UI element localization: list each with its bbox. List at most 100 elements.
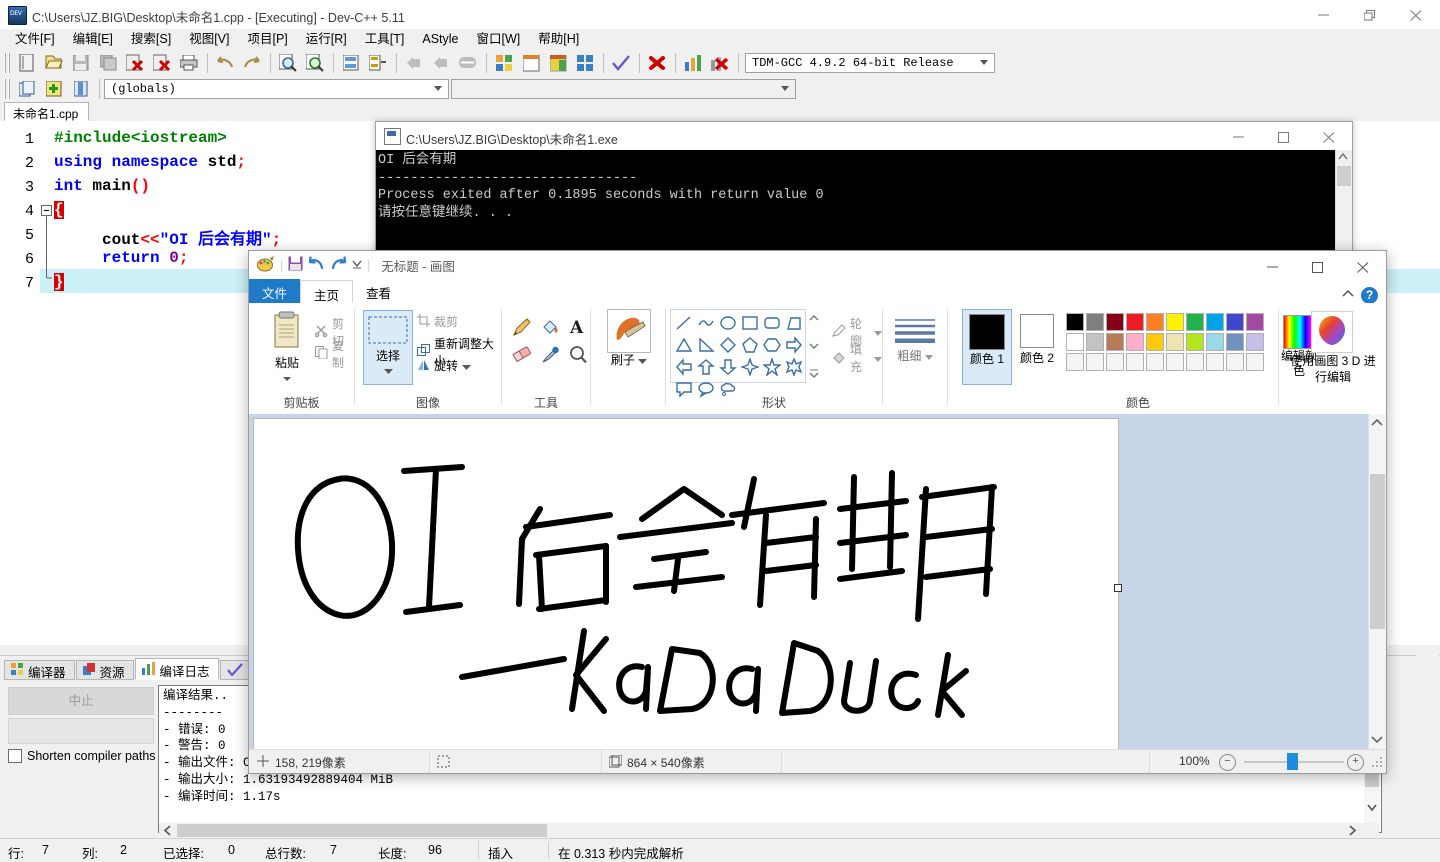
shape-triangle-icon[interactable] <box>673 334 695 356</box>
scope-select[interactable]: (globals) <box>104 79 449 99</box>
find-icon[interactable] <box>276 51 301 75</box>
shape-right-arrow-icon[interactable] <box>783 334 805 356</box>
abort-button[interactable]: 中止 <box>8 687 154 715</box>
menu-help[interactable]: 帮助[H] <box>529 30 588 49</box>
size-button[interactable] <box>893 317 937 346</box>
color-picker-icon[interactable] <box>540 345 560 368</box>
profile-icon[interactable] <box>456 51 481 75</box>
shape-down-arrow-icon[interactable] <box>717 356 739 378</box>
pencil-icon[interactable] <box>512 317 532 340</box>
zoom-out-button[interactable]: − <box>1219 754 1236 771</box>
shape-line-icon[interactable] <box>673 312 695 334</box>
undo-icon[interactable] <box>213 51 238 75</box>
run-icon[interactable] <box>519 51 544 75</box>
color-swatch[interactable] <box>1226 313 1244 331</box>
shape-right-triangle-icon[interactable] <box>695 334 717 356</box>
save-all-icon[interactable] <box>96 51 121 75</box>
compiler-select[interactable]: TDM-GCC 4.9.2 64-bit Release <box>745 53 995 73</box>
shape-scroll-up-icon[interactable] <box>809 311 819 325</box>
new-file-icon[interactable] <box>15 51 40 75</box>
shape-six-point-star-icon[interactable] <box>783 356 805 378</box>
shape-diamond-icon[interactable] <box>717 334 739 356</box>
find-next-icon[interactable] <box>303 51 328 75</box>
color-swatch[interactable] <box>1246 353 1264 371</box>
ribbon-tab-file[interactable]: 文件 <box>249 279 301 303</box>
back-nav-icon[interactable] <box>402 51 427 75</box>
color-swatch[interactable] <box>1066 353 1084 371</box>
shape-left-arrow-icon[interactable] <box>673 356 695 378</box>
collapse-ribbon-icon[interactable] <box>1342 289 1354 301</box>
devcpp-minimize-button[interactable] <box>1302 0 1348 29</box>
canvas-resize-handle-right[interactable] <box>1114 584 1122 592</box>
menu-run[interactable]: 运行[R] <box>297 30 356 49</box>
panel-tab-resources[interactable]: 资源 <box>75 660 134 680</box>
panel-tab-compile-log[interactable]: 编译日志 <box>134 658 219 680</box>
shape-scroll-down-icon[interactable] <box>809 339 819 353</box>
goto-line-icon[interactable] <box>339 51 364 75</box>
code-fold-column[interactable] <box>40 121 54 645</box>
color-swatch[interactable] <box>1246 333 1264 351</box>
console-scrollbar[interactable] <box>1335 150 1352 261</box>
menu-file[interactable]: 文件[F] <box>6 30 64 49</box>
profile-analysis-icon[interactable] <box>681 51 706 75</box>
shape-up-arrow-icon[interactable] <box>695 356 717 378</box>
compile-run-icon[interactable] <box>546 51 571 75</box>
color-swatch[interactable] <box>1186 313 1204 331</box>
color-swatch[interactable] <box>1206 313 1224 331</box>
ribbon-tab-home[interactable]: 主页 <box>300 280 354 304</box>
color-swatch[interactable] <box>1146 313 1164 331</box>
color-swatch[interactable] <box>1146 333 1164 351</box>
console-scrollbar-thumb[interactable] <box>1337 166 1351 186</box>
shape-pentagon-icon[interactable] <box>739 334 761 356</box>
hscrollbar-thumb[interactable] <box>177 824 547 837</box>
color-swatch[interactable] <box>1206 353 1224 371</box>
select-tool-button[interactable]: 选择 <box>363 310 413 385</box>
shape-gallery-more-icon[interactable] <box>809 367 819 381</box>
color-swatch[interactable] <box>1086 313 1104 331</box>
menu-tools[interactable]: 工具[T] <box>356 30 414 49</box>
shape-gallery[interactable] <box>670 309 806 398</box>
canvas-scrollbar-thumb[interactable] <box>1370 474 1385 629</box>
select-dropdown-icon[interactable] <box>383 363 393 377</box>
undo-icon[interactable] <box>308 256 325 274</box>
shape-hexagon-icon[interactable] <box>761 334 783 356</box>
menu-window[interactable]: 窗口[W] <box>468 30 530 49</box>
shape-rectangle-icon[interactable] <box>739 312 761 334</box>
shape-rounded-rect-icon[interactable] <box>761 312 783 334</box>
text-tool-icon[interactable]: A <box>568 317 586 340</box>
editor-vscrollbar-region[interactable] <box>1416 655 1439 838</box>
editor-tab-file[interactable]: 未命名1.cpp <box>4 102 90 121</box>
paste-dropdown-icon[interactable] <box>261 371 313 385</box>
fill-dropdown-icon[interactable] <box>874 351 882 365</box>
close-all-icon[interactable] <box>150 51 175 75</box>
magnifier-icon[interactable] <box>568 345 588 368</box>
save-icon[interactable] <box>288 256 303 274</box>
fill-button[interactable]: 填充 <box>832 341 882 375</box>
menu-search[interactable]: 搜索[S] <box>122 30 180 49</box>
ribbon-tab-view[interactable]: 查看 <box>353 279 404 303</box>
color-swatch[interactable] <box>1106 333 1124 351</box>
shape-gallery-scroll[interactable] <box>807 311 821 381</box>
new-project-icon[interactable] <box>15 77 40 101</box>
replace-icon[interactable] <box>366 51 391 75</box>
shape-four-point-star-icon[interactable] <box>739 356 761 378</box>
menu-view[interactable]: 视图[V] <box>180 30 238 49</box>
menu-astyle[interactable]: AStyle <box>413 30 467 49</box>
paint-canvas[interactable] <box>253 418 1122 750</box>
member-select[interactable] <box>451 79 796 99</box>
rotate-dropdown-icon[interactable] <box>462 359 472 373</box>
save-file-icon[interactable] <box>69 51 94 75</box>
open-file-icon[interactable] <box>42 51 67 75</box>
zoom-slider-thumb[interactable] <box>1287 753 1298 770</box>
toolbar-grip[interactable] <box>4 53 12 73</box>
compile-icon[interactable] <box>492 51 517 75</box>
color-swatch[interactable] <box>1226 333 1244 351</box>
shape-polygon-icon[interactable] <box>783 312 805 334</box>
color-swatch[interactable] <box>1166 333 1184 351</box>
color-swatch[interactable] <box>1066 333 1084 351</box>
color-swatch[interactable] <box>1126 353 1144 371</box>
console-maximize-button[interactable] <box>1262 122 1307 150</box>
remove-from-project-icon[interactable] <box>69 77 94 101</box>
color-swatch[interactable] <box>1166 313 1184 331</box>
redo-icon[interactable] <box>240 51 265 75</box>
